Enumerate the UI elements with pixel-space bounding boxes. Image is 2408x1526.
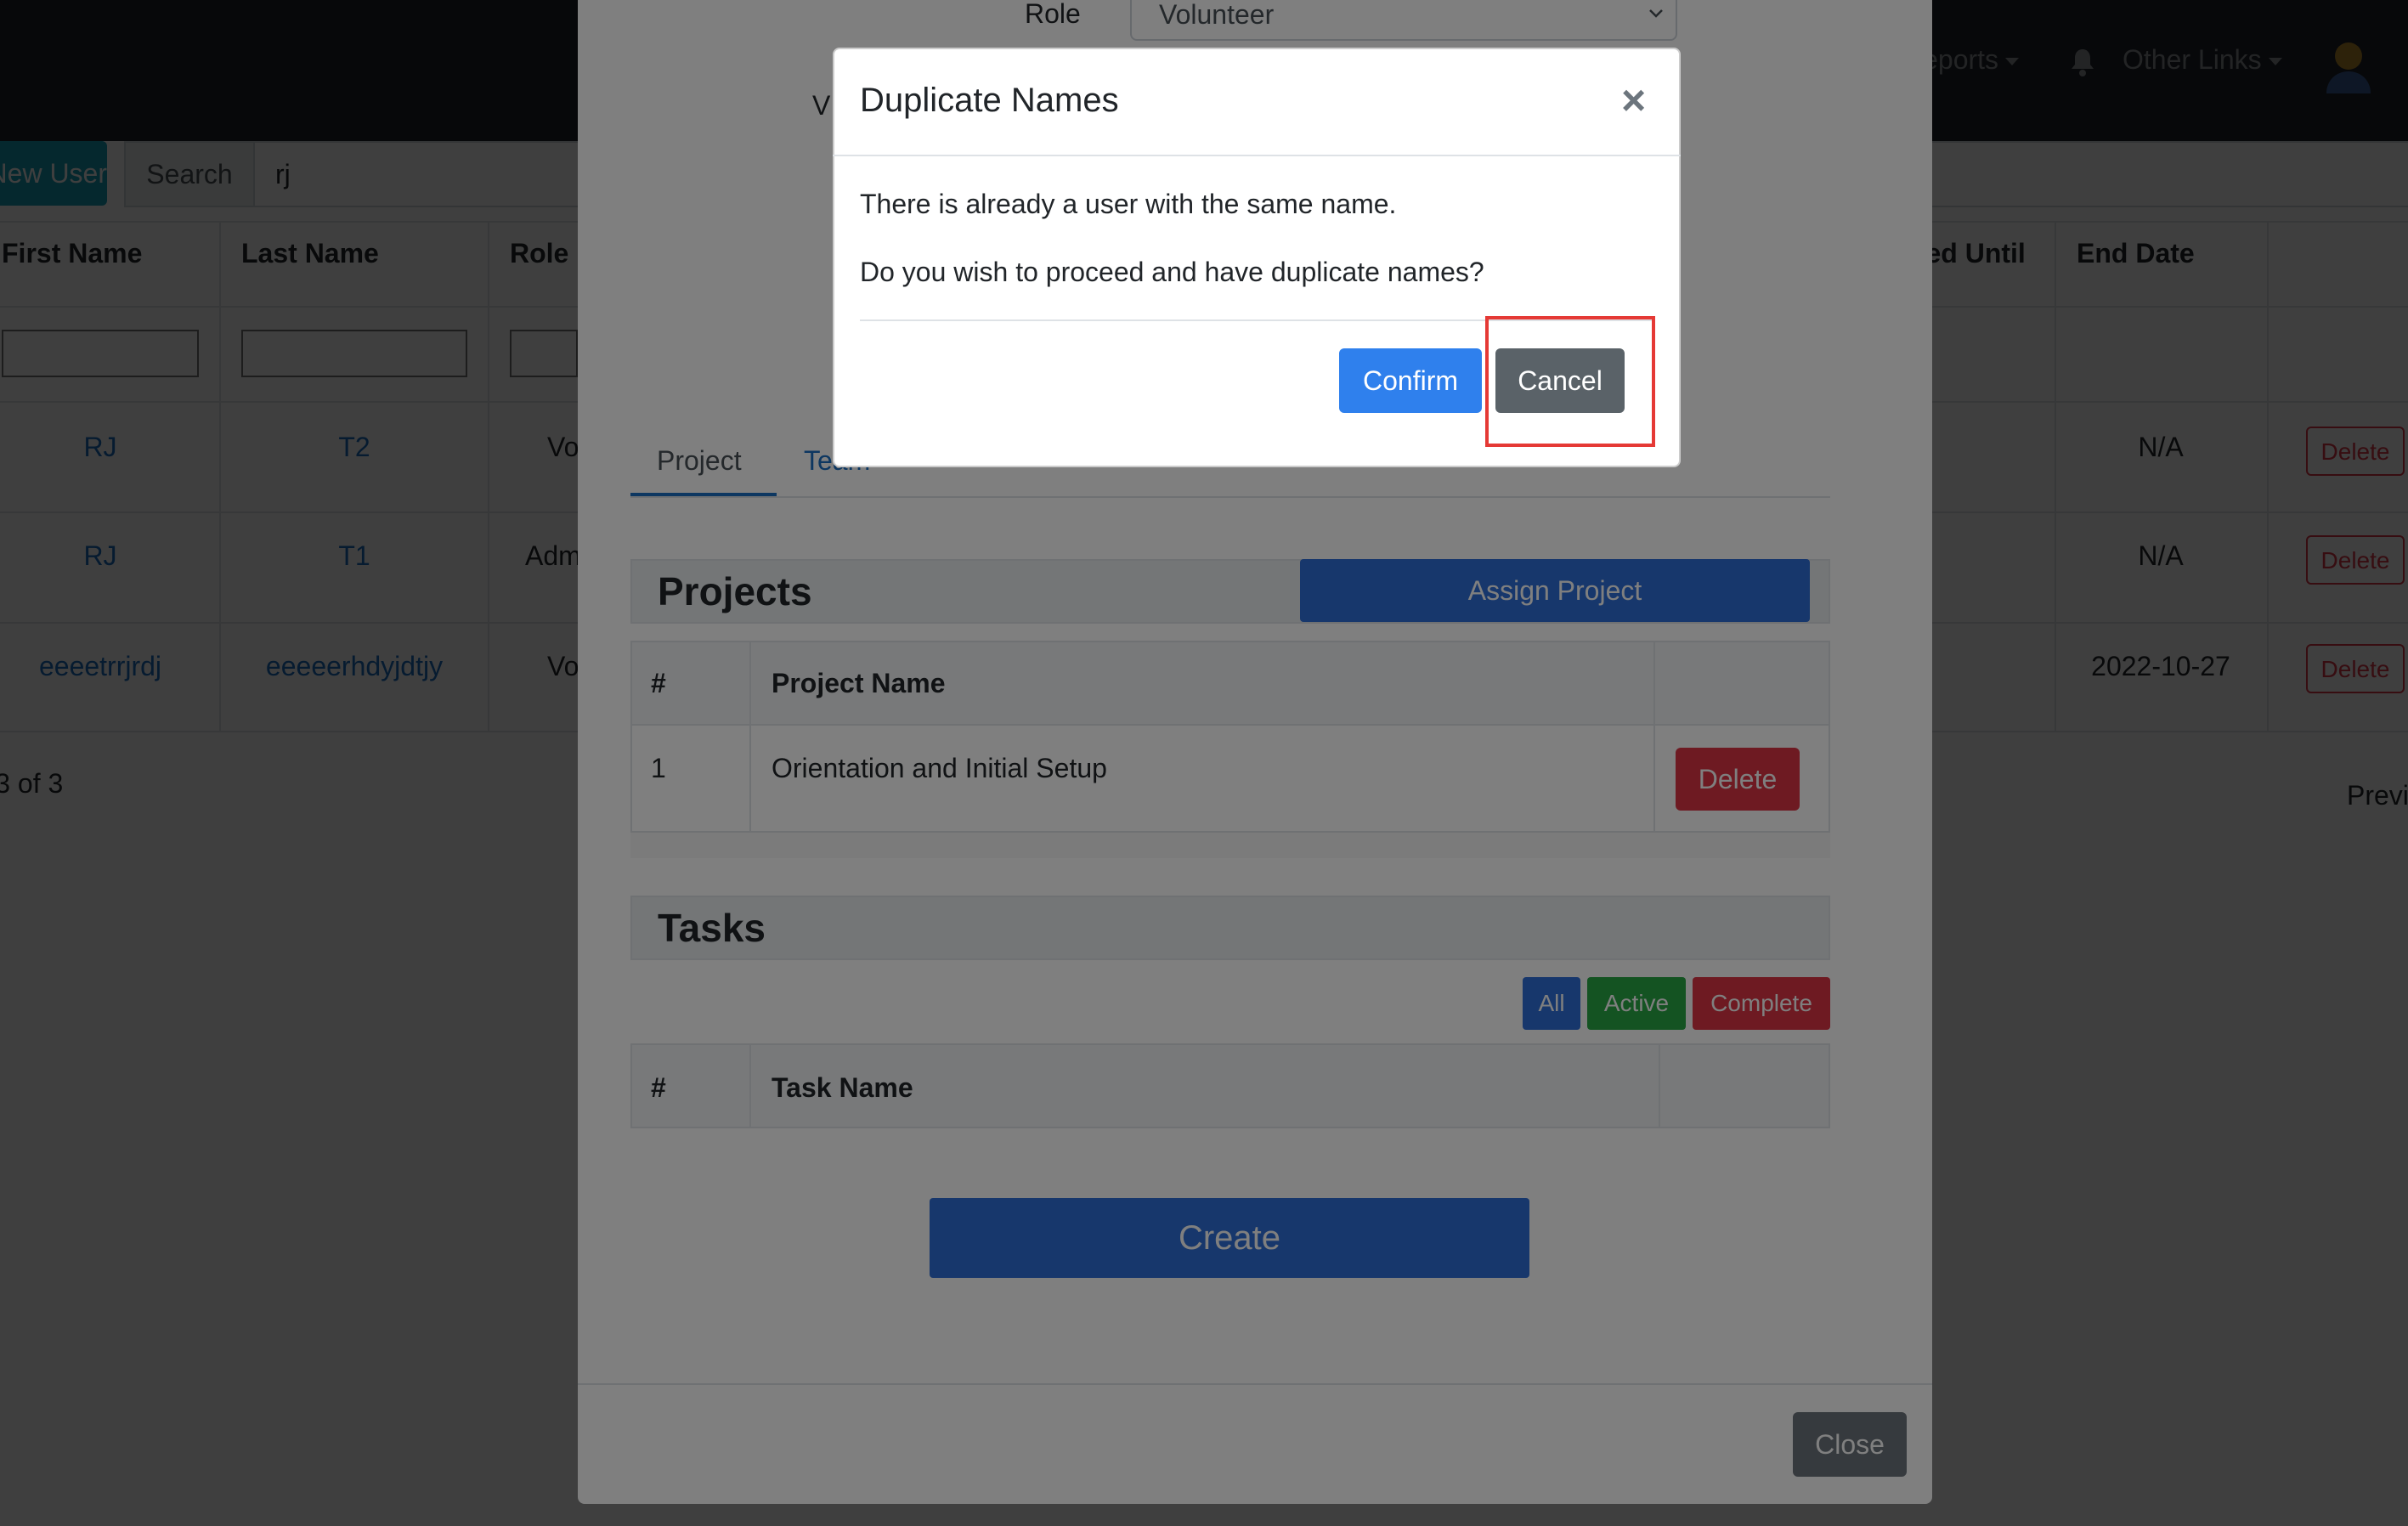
confirm-button[interactable]: Confirm: [1339, 348, 1482, 413]
dialog-title: Duplicate Names: [860, 82, 1119, 119]
dialog-header-divider: [833, 155, 1681, 156]
highlight-box: [1485, 316, 1655, 447]
close-icon[interactable]: ×: [1621, 75, 1646, 126]
dialog-message-line1: There is already a user with the same na…: [860, 189, 1397, 219]
dialog-message-line2: Do you wish to proceed and have duplicat…: [860, 257, 1484, 287]
